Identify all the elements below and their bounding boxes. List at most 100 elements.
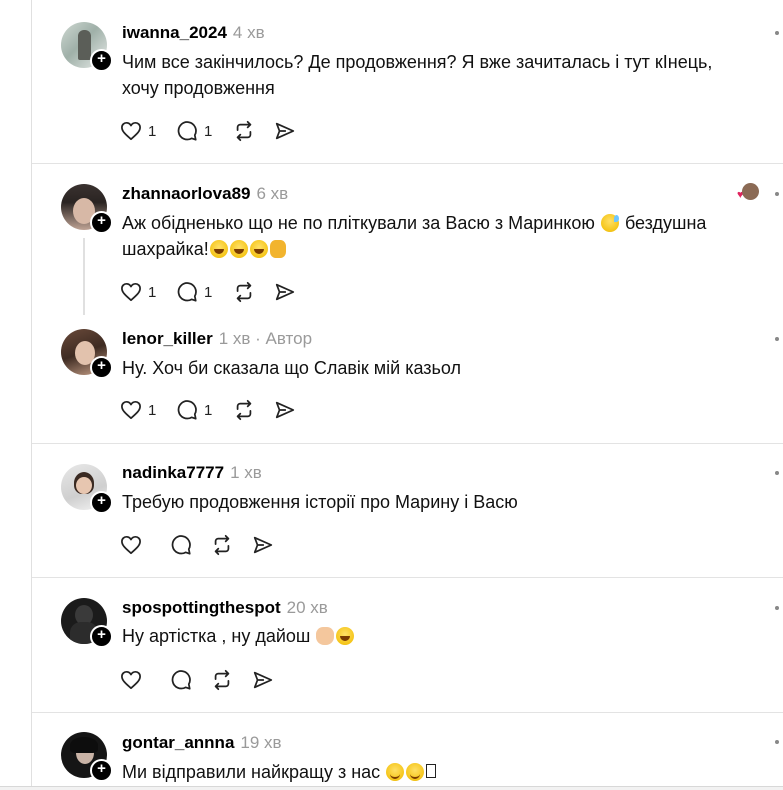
like-count: 1	[148, 401, 157, 419]
reply-button[interactable]: 1	[176, 399, 214, 421]
comment-icon	[177, 400, 197, 420]
follow-plus-icon[interactable]: +	[90, 356, 113, 379]
laughing-emoji-icon	[209, 240, 228, 258]
heart-icon	[121, 400, 141, 420]
username[interactable]: gontar_annna	[122, 733, 234, 752]
timestamp[interactable]: 19 хв	[240, 733, 281, 752]
send-icon	[275, 401, 295, 419]
reply-button[interactable]: 1	[176, 120, 214, 142]
comment-icon	[177, 121, 197, 141]
author-tag: · Автор	[255, 329, 313, 348]
repost-icon	[214, 669, 230, 691]
like-button[interactable]: 1	[120, 121, 158, 141]
divider	[32, 443, 783, 444]
laughing-emoji-icon	[249, 240, 268, 258]
send-icon	[275, 283, 295, 301]
follow-plus-icon[interactable]: +	[90, 491, 113, 514]
ok-hand-emoji-icon	[316, 627, 335, 645]
comment-text-part: Аж обідненько що не по пліткували за Вас…	[122, 213, 595, 233]
share-button[interactable]	[252, 669, 274, 691]
more-dots-icon[interactable]	[775, 337, 779, 341]
like-count: 1	[148, 122, 157, 140]
comment-text: Ну. Хоч би сказала що Славік мій казьол	[122, 358, 462, 378]
follow-plus-icon[interactable]: +	[90, 759, 113, 782]
heart-icon	[121, 535, 141, 555]
author-avatar	[742, 183, 759, 200]
username[interactable]: zhannaorlova89	[122, 184, 251, 203]
send-icon	[253, 536, 273, 554]
avatar[interactable]: +	[61, 329, 113, 379]
send-icon	[253, 671, 273, 689]
comment-icon	[171, 670, 191, 690]
like-button[interactable]	[120, 535, 142, 555]
window-bottom-edge	[0, 786, 783, 790]
like-count: 1	[148, 283, 157, 301]
heart-icon	[121, 282, 141, 302]
thread-line	[83, 238, 85, 315]
repost-icon	[236, 281, 252, 303]
repost-button[interactable]	[210, 669, 234, 691]
share-button[interactable]	[274, 281, 296, 303]
repost-button[interactable]	[232, 281, 256, 303]
reply-button[interactable]: 1	[176, 281, 214, 303]
divider	[32, 163, 783, 164]
username[interactable]: nadinka7777	[122, 463, 224, 482]
username[interactable]: spospottingthespot	[122, 598, 281, 617]
comment-text: Чим все закінчилось? Де продовження? Я в…	[122, 52, 713, 98]
relieved-emoji-icon	[406, 763, 425, 781]
follow-plus-icon[interactable]: +	[90, 625, 113, 648]
timestamp[interactable]: 20 хв	[287, 598, 328, 617]
share-button[interactable]	[274, 399, 296, 421]
username[interactable]: lenor_killer	[122, 329, 213, 348]
reply-button[interactable]	[170, 669, 192, 691]
comment-icon	[171, 535, 191, 555]
comment-text: Ми відправили найкращу з нас	[122, 759, 752, 785]
thumbs-up-emoji-icon	[269, 240, 286, 258]
timestamp[interactable]: 6 хв	[257, 184, 289, 203]
comment-text: Ну артістка , ну дайош	[122, 623, 752, 649]
avatar[interactable]: +	[61, 464, 113, 514]
avatar[interactable]: +	[61, 184, 113, 234]
like-button[interactable]: 1	[120, 400, 158, 420]
send-icon	[275, 122, 295, 140]
heart-icon	[121, 670, 141, 690]
repost-button[interactable]	[232, 399, 256, 421]
follow-plus-icon[interactable]: +	[90, 211, 113, 234]
avatar[interactable]: +	[61, 732, 113, 782]
reply-button[interactable]	[170, 534, 192, 556]
more-dots-icon[interactable]	[775, 471, 779, 475]
comment-icon	[177, 282, 197, 302]
avatar[interactable]: +	[61, 598, 113, 648]
more-dots-icon[interactable]	[775, 606, 779, 610]
repost-button[interactable]	[210, 534, 234, 556]
grinning-emoji-icon	[336, 627, 355, 645]
more-dots-icon[interactable]	[775, 740, 779, 744]
comment-text-part: Ну артістка , ну дайош	[122, 626, 311, 646]
more-dots-icon[interactable]	[775, 31, 779, 35]
like-button[interactable]: 1	[120, 282, 158, 302]
reply-count: 1	[204, 122, 213, 140]
comment-text: Требую продовження історії про Марину і …	[122, 492, 518, 512]
divider	[32, 712, 783, 713]
share-button[interactable]	[252, 534, 274, 556]
more-dots-icon[interactable]	[775, 192, 779, 196]
avatar[interactable]: +	[61, 22, 113, 72]
divider	[32, 577, 783, 578]
heart-icon	[121, 121, 141, 141]
reply-count: 1	[204, 401, 213, 419]
timestamp[interactable]: 4 хв	[233, 23, 265, 42]
comment-text: Аж обідненько що не по пліткували за Вас…	[122, 210, 752, 262]
missing-glyph-icon	[426, 764, 437, 778]
repost-icon	[236, 399, 252, 421]
timestamp[interactable]: 1 хв	[219, 329, 251, 348]
timestamp[interactable]: 1 хв	[230, 463, 262, 482]
laughing-emoji-icon	[229, 240, 248, 258]
share-button[interactable]	[274, 120, 296, 142]
repost-button[interactable]	[232, 120, 256, 142]
like-button[interactable]	[120, 670, 142, 690]
liked-by-author-badge: ♥	[737, 183, 759, 203]
follow-plus-icon[interactable]: +	[90, 49, 113, 72]
username[interactable]: iwanna_2024	[122, 23, 227, 42]
repost-icon	[214, 534, 230, 556]
grinning-sweat-emoji-icon	[600, 214, 619, 232]
